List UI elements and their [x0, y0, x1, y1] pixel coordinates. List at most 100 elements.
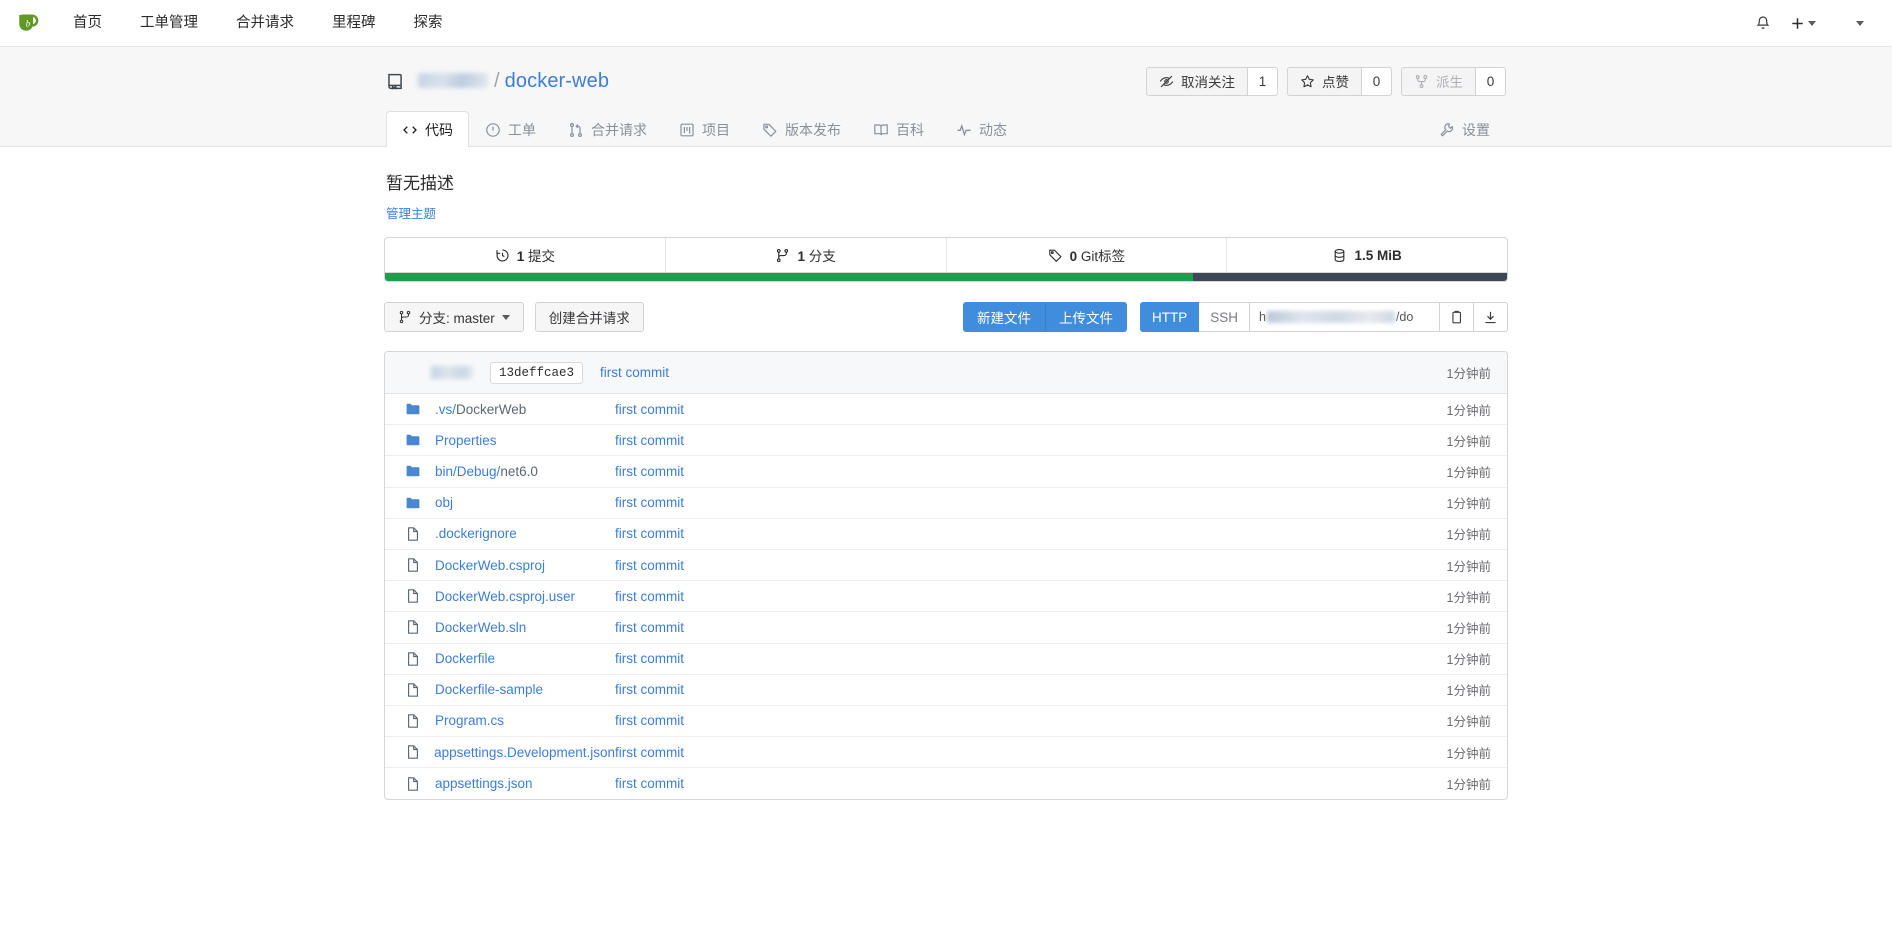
bell-icon[interactable]: [1746, 6, 1780, 40]
file-commit-age: 1分钟前: [1446, 715, 1491, 730]
table-row[interactable]: appsettings.Development.json first commit…: [385, 737, 1507, 769]
tab-releases[interactable]: 版本发布: [746, 111, 857, 147]
repo-name-link[interactable]: docker-web: [505, 70, 609, 93]
file-name-link[interactable]: DockerWeb.sln: [435, 620, 526, 635]
file-commit-message[interactable]: first commit: [615, 776, 1447, 791]
stat-commits[interactable]: 1 提交: [385, 238, 666, 272]
file-name-link[interactable]: .vs/DockerWeb: [435, 402, 526, 417]
file-icon: [401, 557, 435, 573]
tab-pull-requests[interactable]: 合并请求: [552, 111, 663, 147]
manage-topics-link[interactable]: 管理主题: [386, 203, 1508, 222]
tab-activity[interactable]: 动态: [940, 111, 1023, 147]
commit-message-link[interactable]: first commit: [600, 365, 669, 380]
unwatch-label: 取消关注: [1181, 75, 1235, 90]
table-row[interactable]: .vs/DockerWeb first commit 1分钟前: [385, 394, 1507, 426]
file-commit-message[interactable]: first commit: [615, 589, 1447, 604]
stat-branches[interactable]: 1 分支: [666, 238, 947, 272]
fork-button[interactable]: 派生 0: [1401, 66, 1506, 96]
file-name-cell: .vs/DockerWeb: [401, 401, 615, 417]
create-menu-button[interactable]: [1784, 16, 1822, 31]
file-commit-message[interactable]: first commit: [615, 651, 1447, 666]
repo-stats-bar: 1 提交 1 分支 0 Git标签 1.5 MiB: [384, 237, 1508, 273]
nav-item-dashboard[interactable]: 首页: [54, 0, 121, 46]
table-row[interactable]: appsettings.json first commit 1分钟前: [385, 768, 1507, 799]
table-row[interactable]: DockerWeb.csproj.user first commit 1分钟前: [385, 581, 1507, 613]
stat-tags-count: 0: [1069, 249, 1078, 264]
download-icon[interactable]: [1474, 302, 1508, 332]
tab-settings[interactable]: 设置: [1423, 111, 1506, 147]
upload-file-button[interactable]: 上传文件: [1044, 302, 1127, 332]
navbar-right: [1746, 6, 1870, 40]
file-name-link[interactable]: appsettings.Development.json: [434, 745, 615, 760]
file-commit-message[interactable]: first commit: [615, 713, 1447, 728]
nav-item-milestones[interactable]: 里程碑: [313, 0, 395, 46]
file-icon: [408, 777, 418, 791]
file-commit-message[interactable]: first commit: [615, 620, 1447, 635]
file-name-cell: Dockerfile-sample: [401, 682, 615, 698]
table-row[interactable]: DockerWeb.sln first commit 1分钟前: [385, 612, 1507, 644]
tab-wiki[interactable]: 百科: [857, 111, 940, 147]
file-name-link[interactable]: obj: [435, 495, 453, 510]
branch-selector[interactable]: 分支: master: [384, 302, 524, 332]
table-row[interactable]: Properties first commit 1分钟前: [385, 425, 1507, 457]
gitea-logo-icon[interactable]: b: [12, 8, 46, 38]
file-commit-message[interactable]: first commit: [615, 402, 1447, 417]
file-name-link[interactable]: Properties: [435, 433, 497, 448]
table-row[interactable]: Dockerfile-sample first commit 1分钟前: [385, 675, 1507, 706]
tab-code[interactable]: 代码: [386, 111, 469, 147]
table-row[interactable]: obj first commit 1分钟前: [385, 488, 1507, 519]
nav-item-issues[interactable]: 工单管理: [121, 0, 217, 46]
file-name-link[interactable]: DockerWeb.csproj.user: [435, 589, 575, 604]
file-commit-age: 1分钟前: [1446, 590, 1491, 605]
protocol-http-button[interactable]: HTTP: [1139, 302, 1200, 332]
nav-item-explore[interactable]: 探索: [395, 0, 462, 46]
file-name-link[interactable]: Dockerfile: [435, 651, 495, 666]
star-button[interactable]: 点赞 0: [1287, 66, 1392, 96]
language-bar: [384, 273, 1508, 282]
tab-activity-label: 动态: [979, 122, 1007, 138]
commit-sha[interactable]: 13deffcae3: [490, 361, 584, 384]
file-name-link[interactable]: Dockerfile-sample: [435, 682, 543, 697]
file-name-link[interactable]: appsettings.json: [435, 776, 533, 791]
stat-size[interactable]: 1.5 MiB: [1227, 238, 1507, 272]
file-icon: [408, 651, 418, 666]
table-row[interactable]: .dockerignore first commit 1分钟前: [385, 519, 1507, 550]
clone-url-input[interactable]: h /do: [1250, 302, 1440, 332]
new-file-button[interactable]: 新建文件: [962, 302, 1045, 332]
create-pull-request-button[interactable]: 创建合并请求: [534, 302, 644, 332]
file-commit-message[interactable]: first commit: [615, 682, 1447, 697]
repo-owner-redacted[interactable]: [418, 72, 488, 88]
folder-icon: [406, 434, 420, 446]
file-name-link[interactable]: Program.cs: [435, 713, 504, 728]
file-icon: [401, 682, 435, 698]
file-commit-message[interactable]: first commit: [615, 745, 1447, 760]
table-row[interactable]: DockerWeb.csproj first commit 1分钟前: [385, 550, 1507, 582]
file-commit-message[interactable]: first commit: [615, 433, 1447, 448]
clipboard-icon[interactable]: [1440, 302, 1474, 332]
file-commit-message[interactable]: first commit: [615, 526, 1447, 541]
table-row[interactable]: bin/Debug/net6.0 first commit 1分钟前: [385, 456, 1507, 488]
file-commit-message[interactable]: first commit: [615, 495, 1447, 510]
protocol-ssh-button[interactable]: SSH: [1199, 302, 1250, 332]
file-name-cell: bin/Debug/net6.0: [401, 463, 615, 479]
user-menu-button[interactable]: [1826, 20, 1870, 26]
file-commit-message[interactable]: first commit: [615, 464, 1447, 479]
tab-projects[interactable]: 项目: [663, 111, 746, 147]
tab-issues[interactable]: 工单: [469, 111, 552, 147]
table-row[interactable]: Dockerfile first commit 1分钟前: [385, 644, 1507, 675]
latest-commit-header: 13deffcae3 first commit 1分钟前: [385, 352, 1507, 394]
file-name-link[interactable]: bin/Debug/net6.0: [435, 464, 538, 479]
file-commit-message[interactable]: first commit: [615, 558, 1447, 573]
file-name-link[interactable]: .dockerignore: [435, 526, 517, 541]
nav-item-pull-requests[interactable]: 合并请求: [217, 0, 313, 46]
branch-icon: [399, 310, 411, 324]
folder-icon: [401, 401, 435, 417]
database-icon: [1335, 248, 1345, 262]
tab-code-label: 代码: [425, 122, 453, 138]
file-icon: [408, 589, 418, 603]
table-row[interactable]: Program.cs first commit 1分钟前: [385, 706, 1507, 738]
file-name-link[interactable]: DockerWeb.csproj: [435, 558, 545, 573]
tag-icon: [763, 123, 777, 137]
unwatch-button[interactable]: 取消关注 1: [1146, 66, 1278, 96]
stat-tags[interactable]: 0 Git标签: [947, 238, 1228, 272]
